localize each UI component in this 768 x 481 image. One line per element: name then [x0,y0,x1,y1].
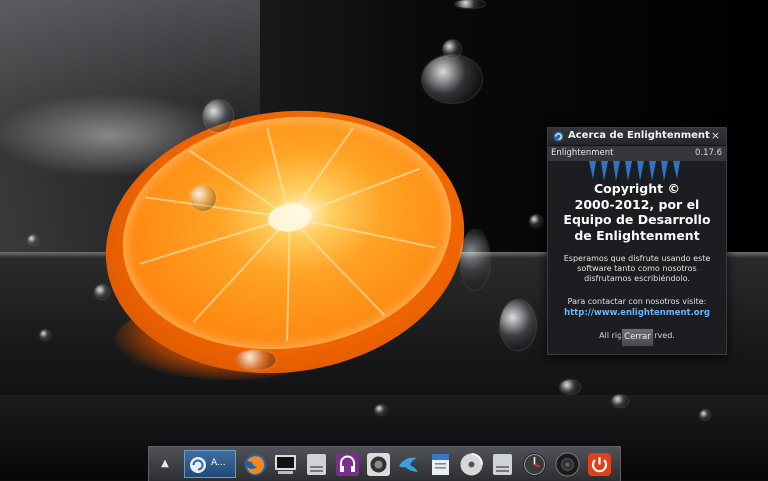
hope-line: Esperamos que disfrute usando este [563,254,711,263]
taskbar-item-label: A... [211,458,226,468]
hope-text: Esperamos que disfrute usando este softw… [554,254,720,284]
water-drop [443,40,461,58]
website-link[interactable]: http://www.enlightenment.org [554,308,720,318]
close-icon[interactable]: × [709,129,722,143]
disc-icon[interactable] [459,452,484,477]
speaker-icon[interactable] [555,452,580,477]
clock-icon[interactable] [522,452,547,477]
water-drop [500,300,536,350]
copyright-line: Copyright © [594,181,680,196]
firefox-icon[interactable] [243,452,268,477]
headphones-icon[interactable] [335,452,360,477]
drive-icon[interactable] [490,452,515,477]
app-name: Enlightenment [551,148,614,158]
water-drop [700,410,710,420]
water-drop [460,230,490,290]
bird-icon[interactable] [396,452,421,477]
drive-icon[interactable] [304,452,329,477]
copyright-text: Copyright © 2000-2012, por el Equipo de … [550,181,724,243]
contact-text: Para contactar con nosotros visite: [567,297,707,306]
copyright-line: 2000-2012, por el [574,196,700,212]
water-drop [422,55,482,103]
document-icon[interactable] [428,452,453,477]
water-drop [190,185,216,211]
window-title: Acerca de Enlightenment [568,130,710,141]
water-drop [612,395,628,407]
water-drop [236,350,276,370]
taskbar-item-about[interactable]: A... [184,450,236,478]
enlightenment-icon [190,457,206,473]
title-bar[interactable]: Acerca de Enlightenment × [548,128,726,146]
camera-lens-icon[interactable] [366,452,391,477]
water-drop [95,285,109,299]
power-icon[interactable] [587,452,612,477]
shelf-up-arrow-icon[interactable]: ▲ [151,452,179,476]
copyright-line: Equipo de Desarrollo [563,212,711,227]
terminal-icon[interactable] [273,452,298,477]
water-drop [28,235,38,245]
water-drop [530,215,542,227]
water-drop [455,0,485,8]
app-info-bar: Enlightenment 0.17.6 [548,146,726,161]
starburst-icon [589,161,680,181]
close-button[interactable]: Cerrar [621,328,654,347]
water-drop [560,380,580,394]
copyright-line: de Enlightenment [574,227,700,243]
orange-segments [139,127,436,342]
enlightenment-icon [553,131,564,142]
water-drop [375,405,387,415]
water-drop [203,100,233,132]
hope-line: disfrutamos escribiéndolo. [584,274,690,283]
water-drop [40,330,50,340]
app-version: 0.17.6 [694,148,722,158]
hope-line: software tanto como nosotros [577,264,697,273]
about-dialog: Acerca de Enlightenment × Enlightenment … [547,127,727,355]
